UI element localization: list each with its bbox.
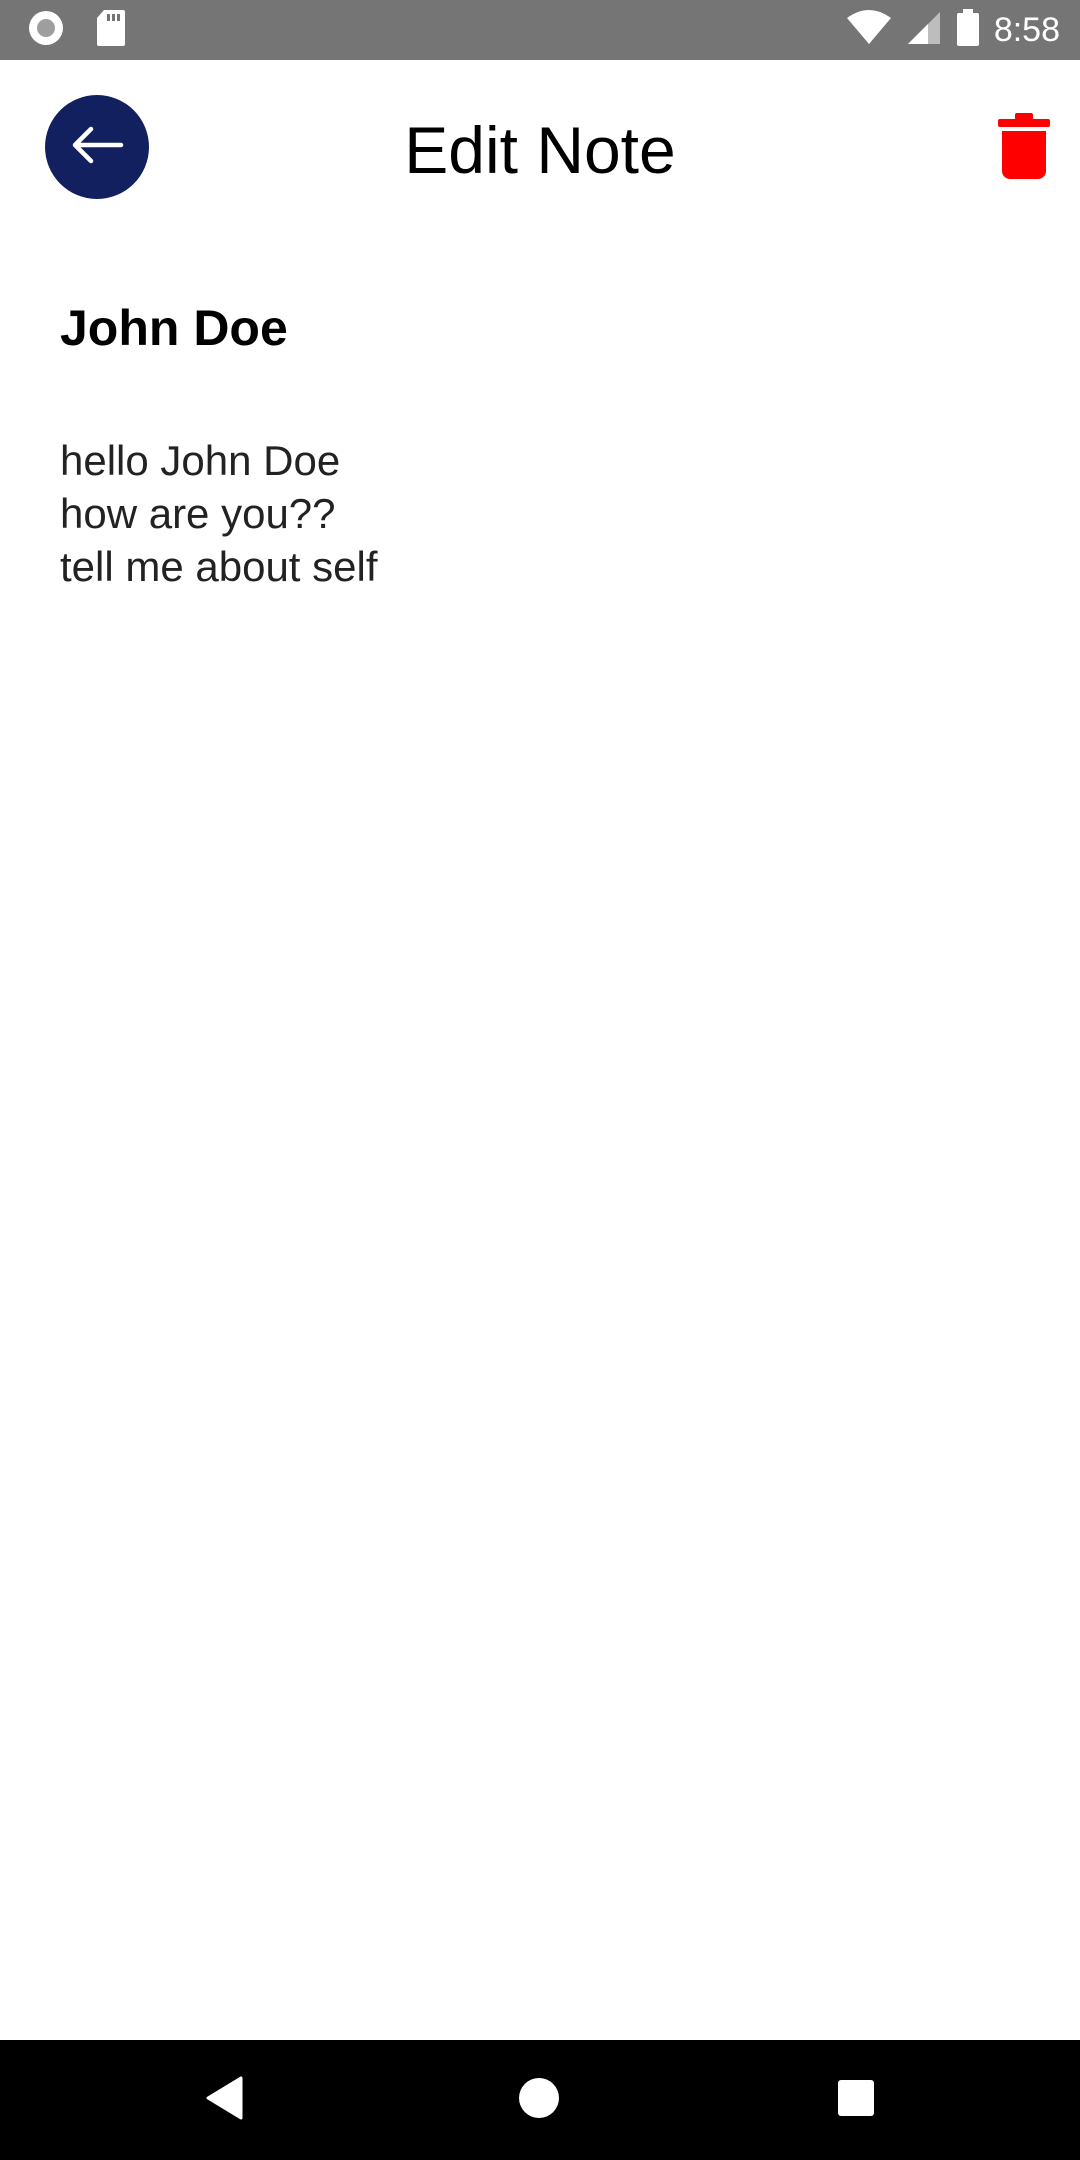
sd-card-icon — [96, 9, 126, 52]
status-bar: 8:58 — [0, 0, 1080, 60]
record-icon — [26, 8, 66, 53]
wifi-icon — [846, 9, 892, 51]
trash-icon — [998, 112, 1050, 184]
status-right-icons: 8:58 — [846, 8, 1060, 52]
note-line: hello John Doe — [60, 437, 341, 484]
page-title: Edit Note — [404, 113, 676, 187]
signal-icon — [906, 10, 942, 51]
nav-home-button[interactable] — [509, 2070, 569, 2130]
nav-back-button[interactable] — [195, 2070, 255, 2130]
status-left-icons — [26, 8, 126, 53]
status-time: 8:58 — [993, 11, 1060, 49]
note-line: tell me about self — [60, 543, 378, 590]
note-line: how are you?? — [60, 490, 336, 537]
battery-icon — [956, 8, 980, 52]
nav-recents-button[interactable] — [826, 2070, 886, 2130]
back-triangle-icon — [205, 2076, 245, 2125]
recents-square-icon — [837, 2079, 875, 2122]
note-title-field[interactable]: John Doe — [60, 296, 288, 360]
system-nav-bar — [0, 2040, 1080, 2160]
home-circle-icon — [518, 2077, 560, 2124]
note-body-field[interactable]: hello John Doe how are you?? tell me abo… — [60, 434, 1020, 593]
delete-button[interactable] — [990, 108, 1058, 188]
app-header: Edit Note — [0, 60, 1080, 240]
